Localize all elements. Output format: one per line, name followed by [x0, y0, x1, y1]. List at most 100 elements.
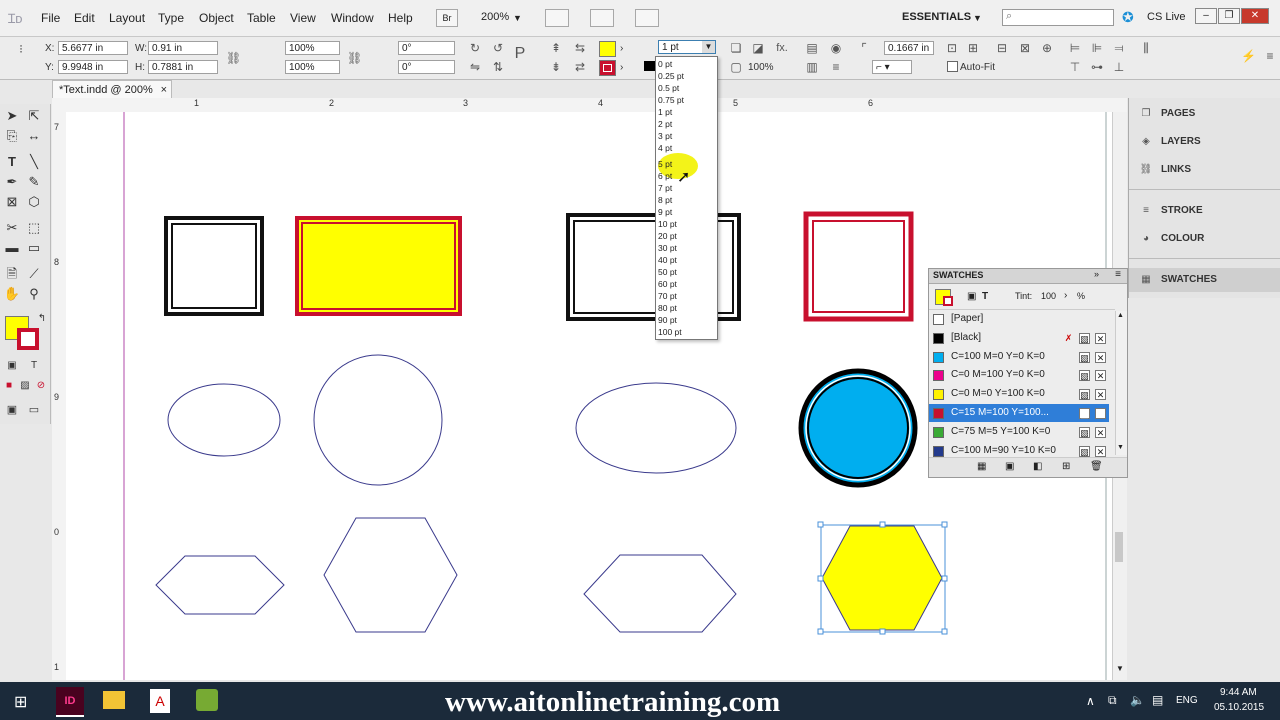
stroke-option[interactable]: 8 pt	[658, 195, 672, 205]
height-field[interactable]: 0.7881 in	[148, 60, 218, 74]
stroke-option[interactable]: 10 pt	[658, 219, 677, 229]
rectangle-frame-tool-icon[interactable]: ⊠	[3, 194, 21, 210]
tray-chevron-icon[interactable]: ∧	[1086, 694, 1095, 708]
dock-layers[interactable]: ◈ LAYERS	[1129, 130, 1280, 154]
stroke-weight-chevron-down-icon[interactable]: ▼	[702, 41, 715, 53]
stroke-option[interactable]: 0.25 pt	[658, 71, 684, 81]
stroke-swatch[interactable]	[599, 60, 616, 76]
swap-colors-icon[interactable]: ↰	[33, 311, 51, 327]
scale-x-field[interactable]: 100%	[285, 41, 340, 55]
swatch-row[interactable]: C=15 M=100 Y=100... ▧ ✕	[929, 404, 1109, 422]
align-left-icon[interactable]: ⊨	[1068, 41, 1082, 55]
swatch-row[interactable]: C=0 M=0 Y=100 K=0 ▧ ✕	[929, 385, 1109, 403]
stroke-option[interactable]: 0 pt	[658, 59, 672, 69]
zoom-level[interactable]: 200%	[481, 11, 509, 23]
pencil-tool-icon[interactable]: ✎	[25, 174, 43, 190]
file-explorer-icon[interactable]	[103, 691, 125, 709]
text-wrap-none-icon[interactable]: ▤	[805, 41, 819, 55]
acrobat-icon[interactable]: A	[150, 689, 170, 713]
stroke-color-box[interactable]	[17, 328, 39, 350]
bridge-button[interactable]: Br	[436, 9, 458, 27]
stroke-option[interactable]: 0.75 pt	[658, 95, 684, 105]
menu-file[interactable]: File	[41, 11, 60, 25]
type-tool-icon[interactable]: T	[3, 154, 21, 170]
stroke-option[interactable]: 4 pt	[658, 143, 672, 153]
vertical-ruler[interactable]: 7 8 9 0 1	[52, 112, 67, 680]
panel-menu-icon[interactable]: ≡	[1115, 269, 1121, 280]
stroke-option[interactable]: 80 pt	[658, 303, 677, 313]
gradient-feather-tool-icon[interactable]: ▭	[25, 240, 43, 256]
dock-pages[interactable]: ❐ PAGES	[1129, 102, 1280, 126]
stroke-option[interactable]: 100 pt	[658, 327, 682, 337]
language-indicator[interactable]: ENG	[1176, 695, 1198, 706]
fit-proportional-icon[interactable]: ⊟	[995, 41, 1009, 55]
restore-button[interactable]: ❐	[1218, 8, 1240, 24]
fit-content-icon[interactable]: ⊞	[966, 41, 980, 55]
normal-view-icon[interactable]: ▣	[3, 402, 21, 418]
fit-frame-icon[interactable]: ⊡	[945, 41, 959, 55]
menu-layout[interactable]: Layout	[109, 11, 145, 25]
stroke-option[interactable]: 50 pt	[658, 267, 677, 277]
close-icon[interactable]: ✕	[1241, 8, 1269, 24]
screen-mode-icon[interactable]	[590, 9, 614, 27]
page-tool-icon[interactable]: ⎘	[3, 128, 21, 144]
panel-menu-icon[interactable]: ≡	[1263, 49, 1277, 63]
zoom-chevron-down-icon[interactable]: ▼	[513, 13, 522, 23]
new-swatch-icon[interactable]: ⊞	[1062, 461, 1070, 472]
swatch-row[interactable]: [Black] ▧ ✕ ✗	[929, 329, 1109, 347]
align-top-icon[interactable]: ⊤	[1068, 60, 1082, 74]
auto-fit-checkbox[interactable]	[947, 61, 958, 72]
gap-tool-icon[interactable]: ↔	[25, 128, 43, 144]
menu-view[interactable]: View	[290, 11, 316, 25]
menu-object[interactable]: Object	[199, 11, 234, 25]
swatches-header[interactable]: SWATCHES » ≡	[929, 269, 1127, 284]
select-content-icon[interactable]: ⇟	[549, 60, 563, 74]
cs-live-button[interactable]: CS Live	[1147, 11, 1186, 23]
swatch-row[interactable]: C=100 M=0 Y=0 K=0 ▧ ✕	[929, 348, 1109, 366]
center-content-icon[interactable]: ⊕	[1040, 41, 1054, 55]
opacity-value[interactable]: 100%	[748, 62, 774, 73]
show-color-swatches-icon[interactable]: ▣	[1005, 461, 1014, 472]
polygon-tool-icon[interactable]: ⬡	[25, 194, 43, 210]
tab-close-icon[interactable]: ×	[161, 81, 167, 99]
corner-options-icon[interactable]: ⌜	[857, 41, 871, 55]
stroke-option[interactable]: 2 pt	[658, 119, 672, 129]
dock-colour[interactable]: ◕ COLOUR	[1129, 227, 1280, 251]
shear-field[interactable]: 0°	[398, 60, 455, 74]
reference-point-icon[interactable]: ⁝	[14, 42, 28, 56]
dock-stroke[interactable]: ≡ STROKE	[1129, 199, 1280, 223]
align-bottom-icon[interactable]: ⊥	[1112, 60, 1126, 74]
select-next-icon[interactable]: ⇄	[573, 60, 587, 74]
document-tab[interactable]: *Text.indd @ 200% ×	[52, 80, 172, 98]
constrain-proportions-icon[interactable]: ⛓	[226, 51, 241, 65]
stroke-indicator[interactable]	[943, 296, 953, 306]
distribute-icon[interactable]: ⫼	[1139, 41, 1153, 55]
rotate-ccw-icon[interactable]: ↺	[491, 41, 505, 55]
view-options-icon[interactable]	[545, 9, 569, 27]
preview-mode-icon[interactable]: ▭	[25, 402, 43, 418]
app-taskbar-icon[interactable]	[196, 689, 218, 711]
select-previous-icon[interactable]: ⇆	[573, 41, 587, 55]
text-wrap-bbox-icon[interactable]: ◉	[829, 41, 843, 55]
clock-time[interactable]: 9:44 AM	[1220, 687, 1257, 698]
formatting-container-icon[interactable]: ▣	[3, 358, 21, 374]
x-field[interactable]: 5.6677 in	[58, 41, 128, 55]
indesign-taskbar-icon[interactable]: ID	[56, 687, 84, 717]
workspace-switcher[interactable]: ESSENTIALS	[902, 11, 971, 23]
align-right-icon[interactable]: ⫤	[1112, 41, 1126, 55]
flip-horizontal-icon[interactable]: ⇋	[468, 60, 482, 74]
dock-links[interactable]: ⛓ LINKS	[1129, 158, 1280, 182]
stroke-option[interactable]: 30 pt	[658, 243, 677, 253]
show-gradient-swatches-icon[interactable]: ◧	[1033, 461, 1042, 472]
scroll-down-icon[interactable]: ▼	[1117, 444, 1124, 451]
swatch-row[interactable]: C=0 M=100 Y=0 K=0 ▧ ✕	[929, 366, 1109, 384]
delete-swatch-icon[interactable]: 🗑	[1090, 461, 1103, 472]
stroke-option-hovered[interactable]: 5 pt	[658, 159, 672, 169]
minimize-button[interactable]: –	[1195, 8, 1217, 24]
width-field[interactable]: 0.91 in	[148, 41, 218, 55]
scroll-down-icon[interactable]: ▼	[1116, 664, 1124, 673]
stroke-option[interactable]: 20 pt	[658, 231, 677, 241]
swatches-scrollbar[interactable]: ▲ ▼	[1115, 311, 1127, 455]
quick-apply-icon[interactable]: ⚡	[1241, 49, 1256, 63]
text-wrap-shape-icon[interactable]: ▥	[805, 60, 819, 74]
